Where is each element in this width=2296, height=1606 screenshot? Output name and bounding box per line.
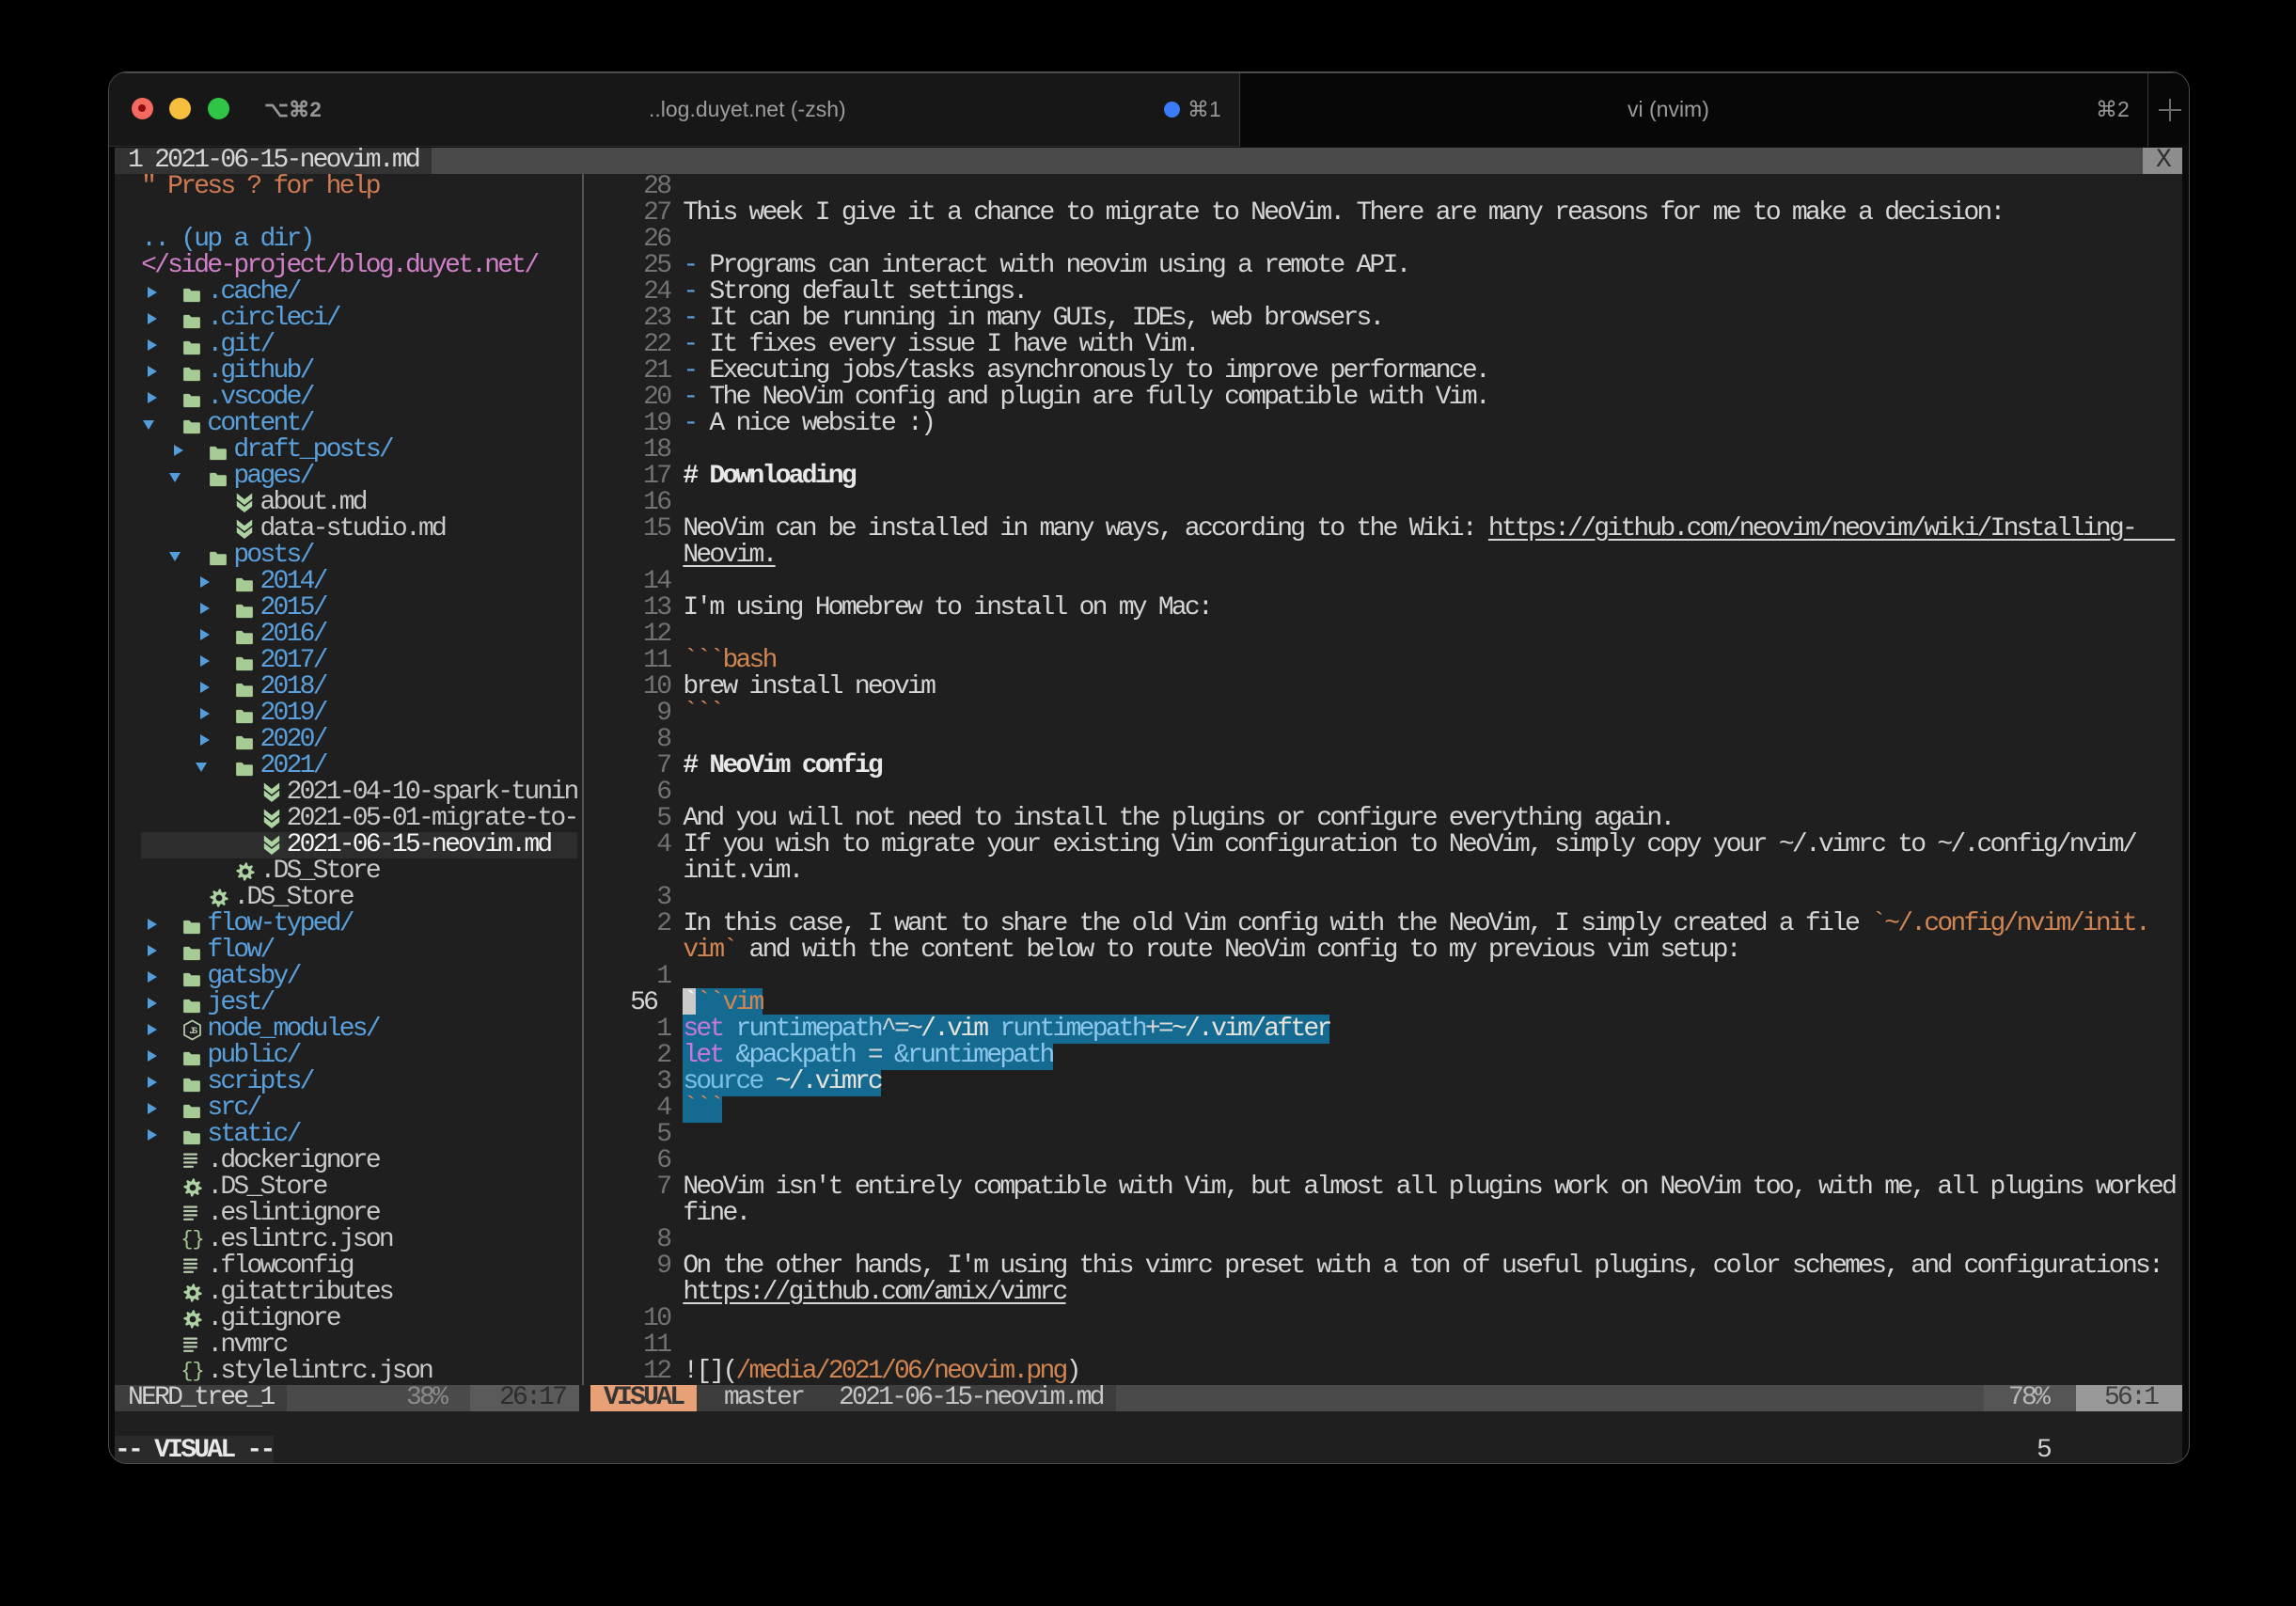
svg-text:JS: JS bbox=[190, 1026, 198, 1036]
